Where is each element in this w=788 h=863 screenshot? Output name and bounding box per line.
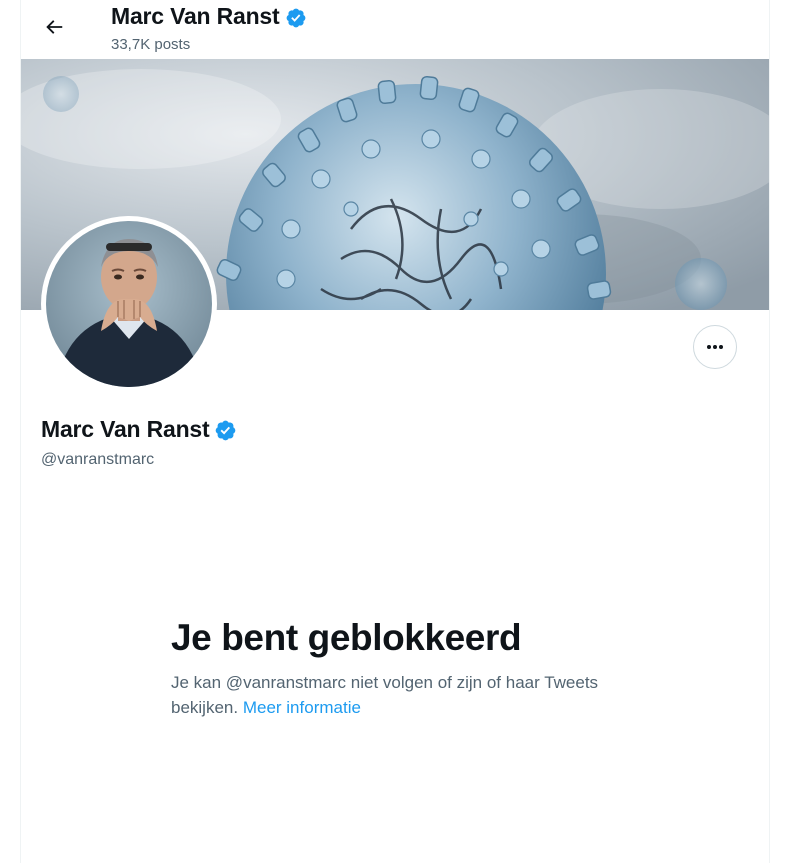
profile-handle: @vanranstmarc: [41, 451, 155, 468]
more-options-button[interactable]: [693, 325, 737, 369]
profile-column: Marc Van Ranst 33,7K posts Marc Van Rans…: [20, 0, 770, 863]
more-info-link[interactable]: Meer informatie: [243, 698, 361, 717]
verified-badge-icon: [215, 420, 235, 441]
header-name: Marc Van Ranst: [111, 3, 280, 29]
profile-avatar[interactable]: [41, 216, 217, 392]
verified-badge-icon: [286, 8, 305, 27]
header-name-row: Marc Van Ranst: [111, 3, 307, 30]
blocked-text: Je kan @vanranstmarc niet volgen of zijn…: [171, 673, 599, 717]
more-dots-icon: [707, 345, 723, 349]
profile-photo: [46, 221, 212, 387]
back-button[interactable]: [37, 10, 71, 44]
arrow-left-icon: [46, 20, 63, 34]
blocked-text-wrapper: Je kan @vanranstmarc niet volgen of zijn…: [171, 670, 601, 720]
profile-name: Marc Van Ranst: [41, 416, 210, 442]
blocked-title: Je bent geblokkeerd: [171, 617, 522, 658]
top-header: Marc Van Ranst 33,7K posts: [21, 0, 769, 60]
posts-count: 33,7K posts: [111, 36, 191, 53]
profile-name-row: Marc Van Ranst: [41, 416, 237, 443]
blocked-message: Je bent geblokkeerd Je kan @vanranstmarc…: [171, 616, 611, 720]
